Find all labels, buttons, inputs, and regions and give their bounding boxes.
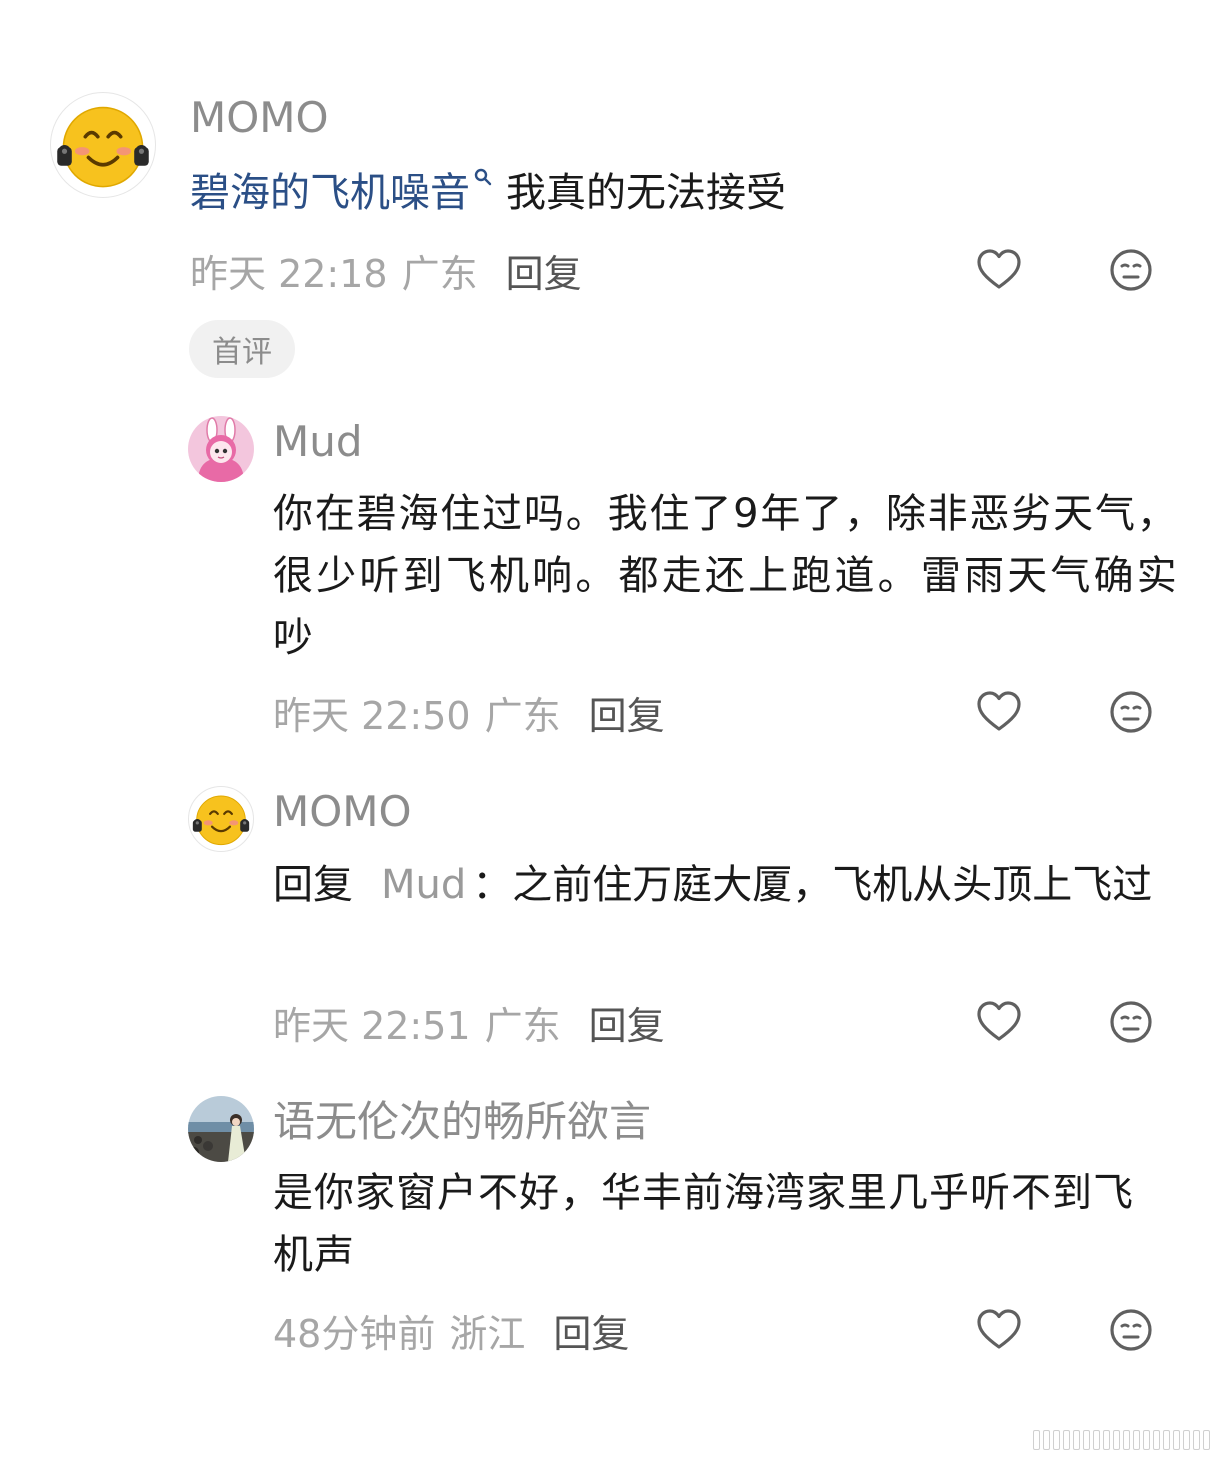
comment-meta: 昨天 22:18 广东 回复 xyxy=(190,244,582,296)
watermark xyxy=(1033,1430,1210,1450)
reply-target-username[interactable]: Mud xyxy=(381,862,466,908)
reply-prefix: 回复 xyxy=(273,862,353,908)
bunny-avatar-icon xyxy=(198,417,244,482)
reply-time: 昨天 22:50 xyxy=(273,693,471,738)
comment-text: 碧海的飞机噪音 我真的无法接受 xyxy=(190,162,1190,224)
comment-search-link[interactable]: 碧海的飞机噪音 xyxy=(190,170,470,216)
reply-location: 广东 xyxy=(484,1003,561,1048)
avatar[interactable] xyxy=(188,786,254,852)
reply-button[interactable]: 回复 xyxy=(589,995,665,1050)
emoji-avatar-icon xyxy=(51,93,155,197)
heart-outline-icon[interactable] xyxy=(975,246,1023,294)
comment-time: 昨天 22:18 xyxy=(190,251,388,296)
reply-text: 回复 Mud ：之前住万庭大厦，飞机从头顶上飞过 xyxy=(273,854,1178,916)
reply-body: ：之前住万庭大厦，飞机从头顶上飞过 xyxy=(472,862,1153,908)
reply-time: 昨天 22:51 xyxy=(273,1003,471,1048)
reply-text: 是你家窗户不好，华丰前海湾家里几乎听不到飞机声 xyxy=(273,1170,1134,1278)
reply-location: 浙江 xyxy=(449,1311,526,1356)
reply-time: 48分钟前 xyxy=(273,1311,436,1356)
heart-outline-icon[interactable] xyxy=(975,688,1023,736)
heart-outline-icon[interactable] xyxy=(975,998,1023,1046)
emoji-avatar-icon xyxy=(189,787,253,851)
avatar[interactable] xyxy=(188,1096,254,1162)
photo-avatar-icon xyxy=(188,1096,254,1162)
reply-button[interactable]: 回复 xyxy=(506,243,582,298)
search-icon[interactable] xyxy=(472,164,494,194)
avatar[interactable] xyxy=(188,416,254,482)
first-comment-badge: 首评 xyxy=(189,320,295,378)
neutral-face-icon[interactable] xyxy=(1107,246,1155,294)
heart-outline-icon[interactable] xyxy=(975,1306,1023,1354)
reply-username[interactable]: MOMO xyxy=(273,786,412,838)
reply-meta: 48分钟前 浙江 回复 xyxy=(273,1304,629,1356)
comment-username[interactable]: MOMO xyxy=(190,92,329,144)
reply-button[interactable]: 回复 xyxy=(553,1303,629,1358)
reply-meta: 昨天 22:51 广东 回复 xyxy=(273,996,665,1048)
neutral-face-icon[interactable] xyxy=(1107,688,1155,736)
neutral-face-icon[interactable] xyxy=(1107,998,1155,1046)
comment-text-rest: 我真的无法接受 xyxy=(506,170,786,216)
reply-text: 你在碧海住过吗。我住了9年了，除非恶劣天气，很少听到飞机响。都走还上跑道。雷雨天… xyxy=(273,491,1178,661)
reply-username[interactable]: 语无伦次的畅所欲言 xyxy=(273,1096,651,1148)
reply-button[interactable]: 回复 xyxy=(589,685,665,740)
comment-location: 广东 xyxy=(401,251,478,296)
neutral-face-icon[interactable] xyxy=(1107,1306,1155,1354)
avatar[interactable] xyxy=(50,92,156,198)
reply-meta: 昨天 22:50 广东 回复 xyxy=(273,686,665,738)
reply-username[interactable]: Mud xyxy=(273,416,363,468)
reply-location: 广东 xyxy=(484,693,561,738)
